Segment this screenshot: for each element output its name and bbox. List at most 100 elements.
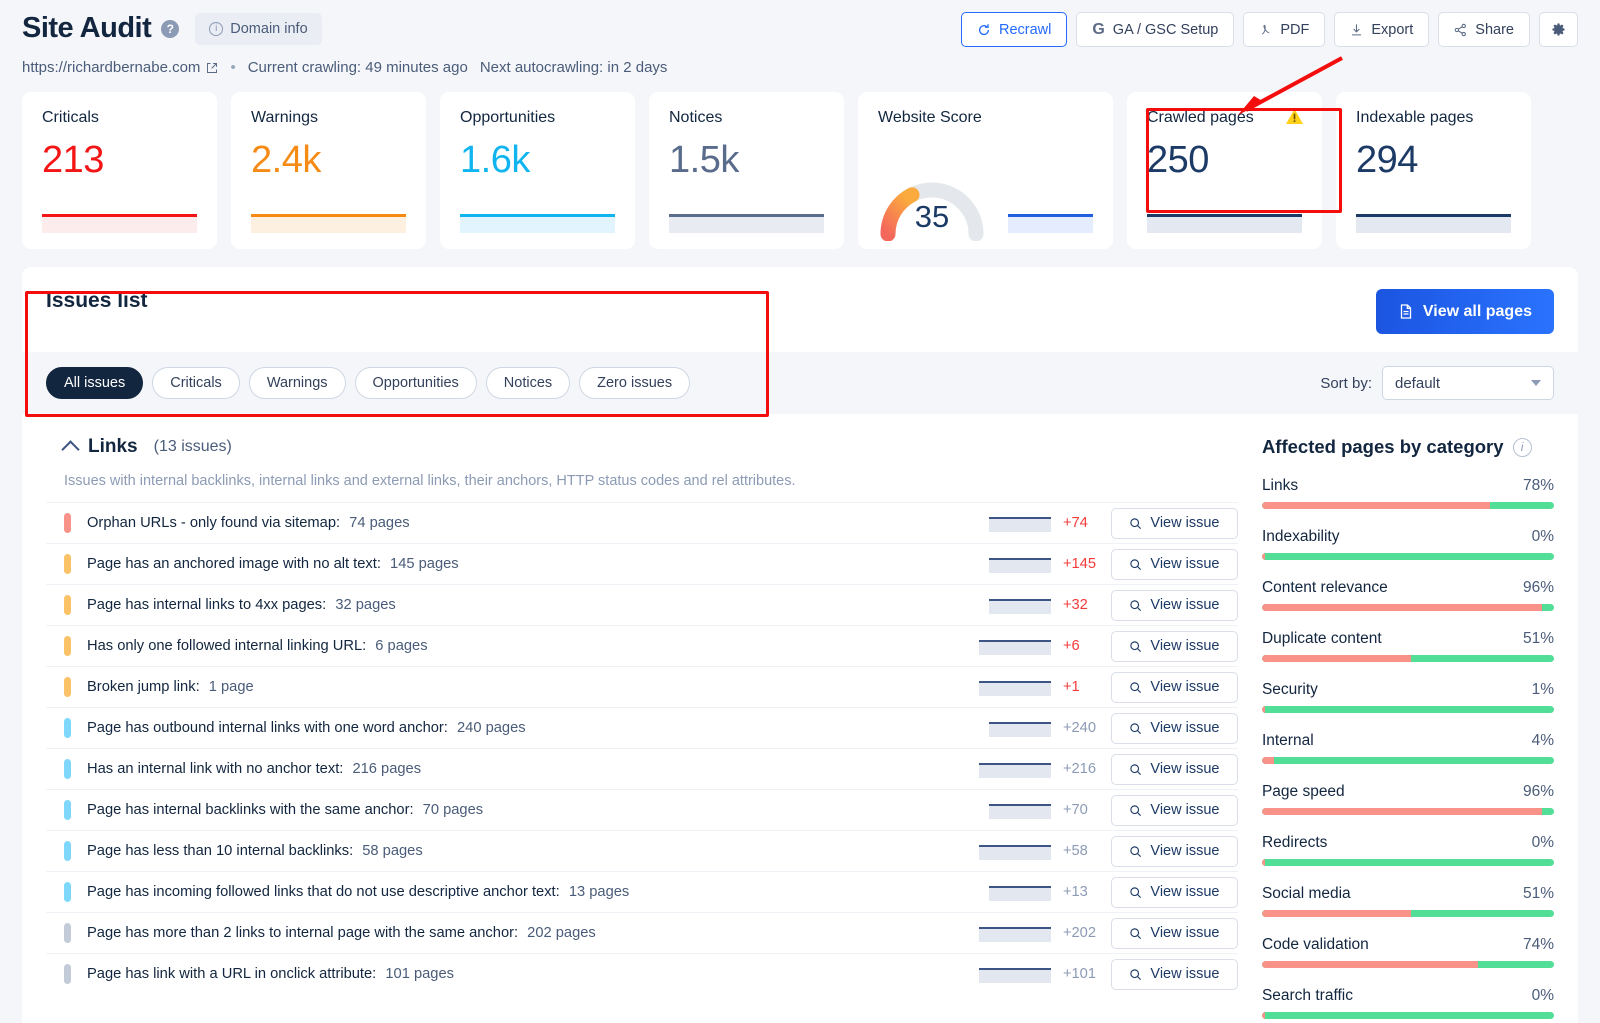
view-issue-button[interactable]: View issue: [1110, 671, 1238, 703]
card-value: 213: [42, 139, 104, 181]
category-percent: 78%: [1522, 477, 1554, 494]
view-issue-button[interactable]: View issue: [1110, 507, 1238, 539]
issues-panel-header: Issues list View all pages: [22, 267, 1578, 334]
category-name: Security: [1261, 681, 1318, 698]
magnifier-icon: [1130, 804, 1142, 816]
category-bar: [1261, 1012, 1554, 1019]
issue-sparkline: [981, 515, 1051, 532]
view-issue-button[interactable]: View issue: [1110, 589, 1238, 621]
severity-indicator: [64, 841, 71, 861]
issue-row[interactable]: Page has an anchored image with no alt t…: [46, 543, 1238, 584]
view-all-pages-button[interactable]: View all pages: [1375, 289, 1554, 334]
issue-page-count: 70 pages: [422, 802, 484, 818]
magnifier-icon: [1130, 886, 1142, 898]
pdf-button[interactable]: PDF: [1243, 12, 1326, 47]
issue-label: Orphan URLs - only found via sitemap: 74…: [87, 515, 410, 531]
issue-row[interactable]: Page has less than 10 internal backlinks…: [46, 830, 1238, 871]
ga-gsc-setup-button[interactable]: G GA / GSC Setup: [1076, 12, 1235, 47]
issues-panel: Issues list View all pages All issues Cri…: [22, 267, 1578, 1023]
export-button[interactable]: Export: [1334, 12, 1430, 47]
view-issue-button[interactable]: View issue: [1110, 630, 1238, 662]
issue-delta: +240: [1062, 720, 1097, 736]
issue-row[interactable]: Page has more than 2 links to internal p…: [46, 912, 1238, 953]
view-issue-label: View issue: [1150, 966, 1220, 982]
metric-card-notices[interactable]: Notices 1.5k: [649, 92, 844, 249]
severity-indicator: [64, 677, 71, 697]
card-sparkline: [1008, 211, 1093, 233]
page-header: Site Audit ? i Domain info Recrawl G GA …: [0, 0, 1600, 76]
view-issue-label: View issue: [1150, 761, 1220, 777]
chevron-up-icon[interactable]: [61, 440, 80, 459]
settings-button[interactable]: [1539, 12, 1578, 47]
category-bar: [1261, 961, 1554, 968]
site-url-link[interactable]: https://richardbernabe.com: [22, 59, 218, 76]
category-name: Redirects: [1261, 834, 1328, 851]
filter-chip-all-issues[interactable]: All issues: [46, 367, 144, 399]
view-issue-label: View issue: [1150, 515, 1220, 531]
recrawl-button[interactable]: Recrawl: [960, 12, 1068, 47]
issue-label: Page has more than 2 links to internal p…: [87, 925, 596, 941]
issue-row[interactable]: Page has link with a URL in onclick attr…: [46, 953, 1238, 994]
view-issue-button[interactable]: View issue: [1110, 794, 1238, 826]
severity-indicator: [64, 964, 71, 984]
card-value: 294: [1356, 139, 1418, 181]
issue-page-count: 58 pages: [362, 843, 423, 859]
view-issue-button[interactable]: View issue: [1110, 753, 1238, 785]
export-label: Export: [1371, 21, 1414, 38]
magnifier-icon: [1130, 845, 1142, 857]
ga-gsc-setup-label: GA / GSC Setup: [1112, 21, 1219, 38]
issue-row[interactable]: Has only one followed internal linking U…: [46, 625, 1238, 666]
issue-row[interactable]: Page has internal links to 4xx pages: 32…: [46, 584, 1238, 625]
category-bar: [1261, 706, 1554, 713]
issue-row[interactable]: Orphan URLs - only found via sitemap: 74…: [46, 502, 1238, 543]
view-issue-button[interactable]: View issue: [1110, 712, 1238, 744]
domain-info-button[interactable]: i Domain info: [195, 12, 322, 45]
metric-card-opportunities[interactable]: Opportunities 1.6k: [440, 92, 635, 249]
issue-sparkline: [978, 843, 1051, 860]
sort-by-select[interactable]: default: [1382, 366, 1554, 400]
metric-card-criticals[interactable]: Criticals 213: [22, 92, 217, 249]
links-section-header[interactable]: Links (13 issues): [46, 414, 1238, 459]
info-icon[interactable]: i: [1512, 437, 1532, 457]
issue-row[interactable]: Page has internal backlinks with the sam…: [46, 789, 1238, 830]
filter-chip-warnings[interactable]: Warnings: [248, 367, 346, 399]
share-button[interactable]: Share: [1438, 12, 1530, 47]
info-icon: i: [209, 21, 224, 36]
issue-label: Page has link with a URL in onclick attr…: [87, 966, 454, 982]
affected-pages-sidebar: Affected pages by category i Links 78% I…: [1238, 414, 1578, 1023]
view-issue-button[interactable]: View issue: [1110, 876, 1238, 908]
affected-pages-title: Affected pages by category: [1261, 436, 1504, 457]
issue-rows-list: Orphan URLs - only found via sitemap: 74…: [46, 502, 1238, 994]
metric-card-crawled-pages[interactable]: Crawled pages 250: [1127, 92, 1322, 249]
metric-card-indexable-pages[interactable]: Indexable pages 294: [1336, 92, 1531, 249]
refresh-icon: [978, 23, 990, 35]
view-issue-button[interactable]: View issue: [1110, 835, 1238, 867]
filter-chip-zero-issues[interactable]: Zero issues: [579, 367, 691, 399]
category-name: Content relevance: [1261, 579, 1388, 596]
category-name: Page speed: [1261, 783, 1345, 800]
metric-card-warnings[interactable]: Warnings 2.4k: [231, 92, 426, 249]
card-value: 250: [1147, 139, 1209, 181]
severity-indicator: [64, 800, 71, 820]
metric-card-website-score[interactable]: Website Score 35: [858, 92, 1113, 249]
category-item: Social media 51%: [1261, 885, 1554, 917]
view-issue-label: View issue: [1150, 925, 1220, 941]
category-list: Links 78% Indexability 0% Content releva…: [1261, 477, 1554, 1023]
issue-row[interactable]: Broken jump link: 1 page +1 View issue: [46, 666, 1238, 707]
category-name: Social media: [1261, 885, 1351, 902]
help-icon[interactable]: ?: [161, 19, 180, 38]
filter-chip-criticals[interactable]: Criticals: [152, 367, 240, 399]
view-issue-button[interactable]: View issue: [1110, 958, 1238, 990]
pdf-icon: [1262, 24, 1270, 34]
issue-row[interactable]: Has an internal link with no anchor text…: [46, 748, 1238, 789]
issue-row[interactable]: Page has outbound internal links with on…: [46, 707, 1238, 748]
view-issue-button[interactable]: View issue: [1110, 917, 1238, 949]
metric-cards-row: Criticals 213 Warnings 2.4k Opportunitie…: [0, 76, 1600, 249]
issues-body: Links (13 issues) Issues with internal b…: [22, 414, 1578, 1023]
issue-row[interactable]: Page has incoming followed links that do…: [46, 871, 1238, 912]
issue-delta: +216: [1062, 761, 1097, 777]
view-issue-button[interactable]: View issue: [1110, 548, 1238, 580]
card-title: Warnings: [251, 109, 318, 126]
filter-chip-opportunities[interactable]: Opportunities: [354, 367, 477, 399]
filter-chip-notices[interactable]: Notices: [485, 367, 571, 399]
